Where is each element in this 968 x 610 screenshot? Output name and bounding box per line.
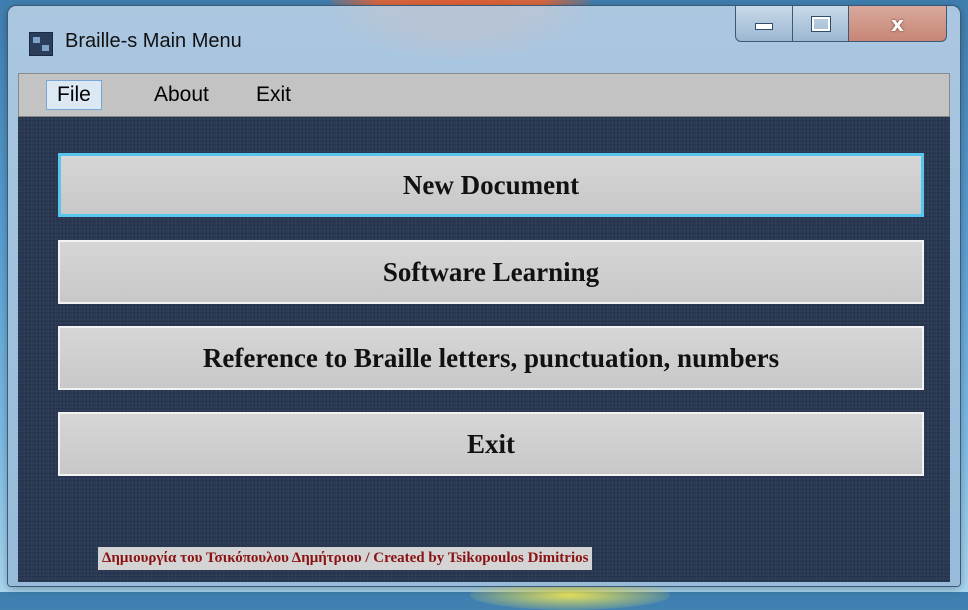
maximize-button[interactable] bbox=[793, 6, 849, 42]
software-learning-button[interactable]: Software Learning bbox=[58, 240, 924, 304]
window-title: Braille-s Main Menu bbox=[65, 30, 242, 52]
author-credit: Δημιουργία του Τσικόπουλου Δημήτριου / C… bbox=[98, 547, 593, 570]
caption-buttons: x bbox=[735, 6, 947, 44]
exit-button[interactable]: Exit bbox=[58, 412, 924, 476]
menu-about[interactable]: About bbox=[144, 80, 219, 110]
main-window: Braille-s Main Menu x File About Exit Ne… bbox=[8, 6, 960, 586]
main-panel: New Document Software Learning Reference… bbox=[18, 117, 950, 582]
menu-exit[interactable]: Exit bbox=[246, 80, 301, 110]
close-button[interactable]: x bbox=[849, 6, 947, 42]
title-bar[interactable]: Braille-s Main Menu x bbox=[8, 6, 960, 66]
close-icon: x bbox=[891, 11, 904, 36]
minimize-icon bbox=[755, 23, 773, 30]
new-document-button[interactable]: New Document bbox=[58, 153, 924, 217]
maximize-icon bbox=[811, 16, 830, 31]
minimize-button[interactable] bbox=[735, 6, 793, 42]
app-icon[interactable] bbox=[29, 32, 53, 56]
menu-bar: File About Exit bbox=[18, 73, 950, 117]
braille-reference-button[interactable]: Reference to Braille letters, punctuatio… bbox=[58, 326, 924, 390]
menu-file[interactable]: File bbox=[46, 80, 102, 110]
